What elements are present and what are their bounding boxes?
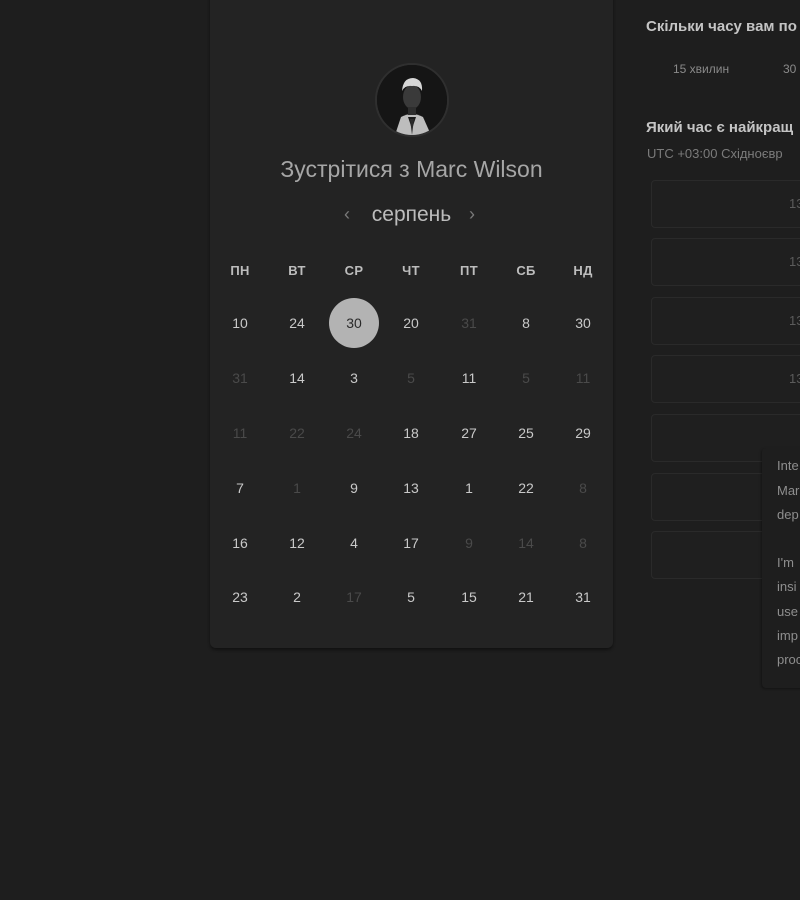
duration-option[interactable]: 30 — [783, 62, 796, 76]
calendar-day: 31 — [461, 315, 477, 331]
weekday-label: ЧТ — [402, 263, 420, 278]
meeting-title-prefix: Зустрітися з — [280, 156, 410, 182]
calendar-day: 11 — [232, 425, 248, 441]
description-line: I'm — [777, 555, 794, 570]
calendar-day: 8 — [579, 535, 587, 551]
calendar-day[interactable]: 21 — [501, 572, 551, 622]
host-description-popover: Inte Mar dep I'm insi use imp proc — [762, 448, 800, 688]
time-slot[interactable]: 13 — [651, 238, 800, 286]
calendar-day: 11 — [575, 370, 591, 386]
calendar-day[interactable]: 30 — [558, 298, 608, 348]
calendar-day[interactable]: 27 — [444, 408, 494, 458]
calendar-day[interactable]: 23 — [215, 572, 265, 622]
time-slot[interactable]: 13 — [651, 355, 800, 403]
calendar-day: 24 — [346, 425, 362, 441]
timezone-label[interactable]: UTC +03:00 Східноєвр — [647, 146, 783, 161]
calendar-day: 22 — [289, 425, 305, 441]
calendar-day[interactable]: 3 — [329, 353, 379, 403]
host-avatar — [375, 63, 449, 137]
description-line: Mar — [777, 483, 800, 498]
calendar-day[interactable]: 25 — [501, 408, 551, 458]
calendar-day[interactable]: 11 — [444, 353, 494, 403]
description-line: insi — [777, 579, 797, 594]
calendar-day[interactable]: 18 — [386, 408, 436, 458]
calendar-day[interactable]: 12 — [272, 518, 322, 568]
calendar-day: 9 — [465, 535, 473, 551]
calendar-day: 5 — [407, 370, 415, 386]
weekday-label: СР — [344, 263, 364, 278]
duration-option[interactable]: 15 хвилин — [673, 62, 729, 76]
time-slot-label: 13 — [789, 254, 800, 269]
calendar-day[interactable]: 20 — [386, 298, 436, 348]
calendar-day[interactable]: 13 — [386, 463, 436, 513]
duration-question: Скільки часу вам по — [646, 18, 797, 35]
time-slot[interactable]: 13 — [651, 180, 800, 228]
month-navigation: ‹ серпень › — [210, 201, 613, 231]
description-line: use — [777, 604, 798, 619]
calendar-day: 1 — [293, 480, 301, 496]
calendar-day: 17 — [346, 589, 362, 605]
time-slot-label: 13 — [789, 313, 800, 328]
calendar-day[interactable]: 1 — [444, 463, 494, 513]
calendar-day[interactable]: 29 — [558, 408, 608, 458]
description-line: imp — [777, 628, 798, 643]
description-line: Inte — [777, 458, 799, 473]
calendar-day[interactable]: 14 — [272, 353, 322, 403]
time-slot-label: 13 — [789, 196, 800, 211]
month-label: серпень — [371, 203, 452, 226]
weekday-label: СБ — [516, 263, 536, 278]
calendar-day[interactable]: 5 — [386, 572, 436, 622]
calendar-day: 14 — [518, 535, 534, 551]
calendar-day-selected[interactable]: 30 — [329, 298, 379, 348]
calendar-day[interactable]: 24 — [272, 298, 322, 348]
calendar-day[interactable]: 16 — [215, 518, 265, 568]
calendar-day: 8 — [579, 480, 587, 496]
calendar-day[interactable]: 22 — [501, 463, 551, 513]
weekday-label: ВТ — [288, 263, 306, 278]
booking-panel: Скільки часу вам по 15 хвилин 30 Який ча… — [646, 0, 800, 900]
description-line: dep — [777, 507, 799, 522]
calendar-day[interactable]: 15 — [444, 572, 494, 622]
time-slot-label: 13 — [789, 371, 800, 386]
calendar-day[interactable]: 31 — [558, 572, 608, 622]
calendar-day[interactable]: 17 — [386, 518, 436, 568]
calendar-day[interactable]: 7 — [215, 463, 265, 513]
weekday-label: НД — [573, 263, 593, 278]
meeting-title: Зустрітися з Marc Wilson — [210, 156, 613, 183]
description-line: proc — [777, 652, 800, 667]
host-name: Marc Wilson — [416, 156, 543, 182]
calendar-day[interactable]: 9 — [329, 463, 379, 513]
weekday-label: ПТ — [460, 263, 478, 278]
calendar-day: 31 — [232, 370, 248, 386]
calendar-day[interactable]: 2 — [272, 572, 322, 622]
calendar-day[interactable]: 4 — [329, 518, 379, 568]
time-slot[interactable]: 13 — [651, 297, 800, 345]
calendar-day: 5 — [522, 370, 530, 386]
calendar-day[interactable]: 10 — [215, 298, 265, 348]
calendar-day[interactable]: 8 — [501, 298, 551, 348]
time-question: Який час є найкращ — [646, 119, 794, 136]
chevron-right-icon[interactable]: › — [469, 204, 475, 225]
weekday-label: ПН — [230, 263, 250, 278]
